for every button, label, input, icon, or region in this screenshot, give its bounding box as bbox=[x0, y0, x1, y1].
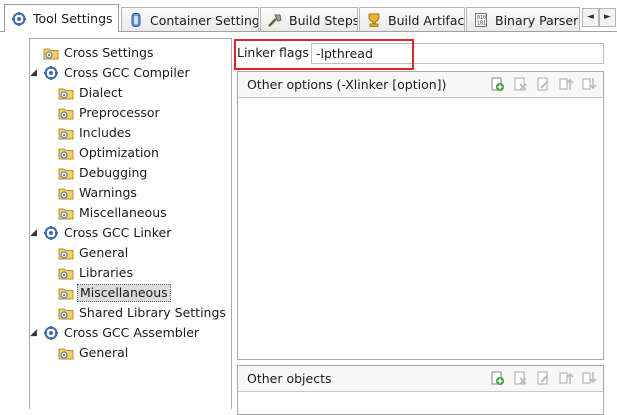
binary-parsers-icon: 010 101 bbox=[473, 12, 489, 28]
add-icon[interactable] bbox=[489, 370, 505, 386]
tool-gear-icon bbox=[43, 65, 59, 81]
tree-item-label: Includes bbox=[79, 125, 132, 140]
tree-item-label: Cross GCC Linker bbox=[64, 225, 172, 240]
tree-item-dialect[interactable]: Dialect bbox=[45, 84, 125, 102]
tab-bar: Tool Settings Container Settings Build S… bbox=[0, 0, 617, 33]
expand-arrow-icon[interactable]: ◢ bbox=[30, 328, 40, 338]
tab-label: Container Settings bbox=[150, 12, 259, 28]
tab-container-settings[interactable]: Container Settings bbox=[121, 7, 259, 32]
other-objects-title: Other objects bbox=[247, 371, 332, 386]
add-icon[interactable] bbox=[489, 76, 505, 92]
tab-scroll-right-button[interactable]: ► bbox=[599, 8, 616, 27]
tool-gear-icon bbox=[43, 325, 59, 341]
highlight-box bbox=[234, 39, 414, 70]
folder-settings-icon bbox=[58, 125, 74, 141]
container-settings-icon bbox=[128, 12, 144, 28]
tab-tool-settings[interactable]: Tool Settings bbox=[4, 4, 119, 32]
tree-item-label: Debugging bbox=[79, 165, 148, 180]
tree-item-optimization[interactable]: Optimization bbox=[45, 144, 161, 162]
tree-item-includes[interactable]: Includes bbox=[45, 124, 133, 142]
tree-item-label: Libraries bbox=[79, 265, 133, 280]
folder-settings-icon bbox=[58, 85, 74, 101]
tool-settings-icon bbox=[11, 11, 27, 27]
tab-label: Build Artifact bbox=[388, 12, 465, 28]
tree-item-label: Cross GCC Compiler bbox=[64, 65, 190, 80]
tab-label: Tool Settings bbox=[33, 11, 113, 26]
build-artifact-icon bbox=[366, 12, 382, 28]
tree-item-label: General bbox=[79, 245, 129, 260]
folder-settings-icon bbox=[58, 185, 74, 201]
folder-settings-icon bbox=[58, 345, 74, 361]
expand-arrow-icon[interactable]: ◢ bbox=[30, 228, 40, 238]
svg-text:101: 101 bbox=[477, 21, 486, 27]
tree-item-label: Cross GCC Assembler bbox=[64, 325, 200, 340]
tree-item-label: Shared Library Settings bbox=[79, 305, 226, 320]
tree-item-linker-general[interactable]: General bbox=[45, 244, 130, 262]
tree-item-cross-gcc-compiler[interactable]: ◢ Cross GCC Compiler bbox=[30, 64, 192, 82]
tree-item-assembler-general[interactable]: General bbox=[45, 344, 130, 362]
tree-item-cross-gcc-assembler[interactable]: ◢ Cross GCC Assembler bbox=[30, 324, 201, 342]
tree-item-label: Preprocessor bbox=[79, 105, 160, 120]
other-objects-panel: Other objects bbox=[237, 365, 604, 415]
tree-item-label: Miscellaneous bbox=[77, 284, 171, 302]
edit-icon[interactable] bbox=[535, 76, 551, 92]
tab-build-artifact[interactable]: Build Artifact bbox=[359, 7, 465, 32]
tree-item-preprocessor[interactable]: Preprocessor bbox=[45, 104, 162, 122]
tree-item-label: Dialect bbox=[79, 85, 123, 100]
tree-item-shared-library-settings[interactable]: Shared Library Settings bbox=[45, 304, 228, 322]
folder-settings-icon bbox=[58, 165, 74, 181]
tree-item-label: Cross Settings bbox=[64, 45, 154, 60]
tree-item-label: General bbox=[79, 345, 129, 360]
move-down-icon[interactable] bbox=[581, 76, 597, 92]
expand-arrow-icon[interactable]: ◢ bbox=[30, 68, 40, 78]
tree-item-compiler-miscellaneous[interactable]: Miscellaneous bbox=[45, 204, 169, 222]
folder-settings-icon bbox=[58, 245, 74, 261]
folder-settings-icon bbox=[58, 285, 74, 301]
tree-item-debugging[interactable]: Debugging bbox=[45, 164, 149, 182]
other-objects-header: Other objects bbox=[238, 366, 603, 392]
tab-binary-parsers[interactable]: 010 101 Binary Parsers bbox=[466, 7, 580, 32]
build-steps-icon bbox=[267, 12, 283, 28]
delete-icon[interactable] bbox=[512, 76, 528, 92]
tree-item-cross-settings[interactable]: Cross Settings bbox=[30, 44, 156, 62]
tab-label: Build Steps bbox=[289, 12, 358, 28]
folder-settings-icon bbox=[58, 105, 74, 121]
tool-gear-icon bbox=[43, 225, 59, 241]
move-up-icon[interactable] bbox=[558, 76, 574, 92]
tab-build-steps[interactable]: Build Steps bbox=[260, 7, 358, 32]
tree-item-label: Miscellaneous bbox=[79, 205, 167, 220]
tree-item-label: Optimization bbox=[79, 145, 159, 160]
tree-item-libraries[interactable]: Libraries bbox=[45, 264, 135, 282]
edit-icon[interactable] bbox=[535, 370, 551, 386]
move-down-icon[interactable] bbox=[581, 370, 597, 386]
folder-settings-icon bbox=[58, 305, 74, 321]
other-options-panel: Other options (-Xlinker [option]) bbox=[237, 71, 604, 360]
tree-item-cross-gcc-linker[interactable]: ◢ Cross GCC Linker bbox=[30, 224, 173, 242]
other-options-title: Other options (-Xlinker [option]) bbox=[247, 77, 447, 92]
folder-settings-icon bbox=[58, 145, 74, 161]
tree-item-linker-miscellaneous[interactable]: Miscellaneous bbox=[45, 284, 171, 302]
tab-scroll-left-button[interactable]: ◄ bbox=[582, 8, 599, 27]
tree-item-label: Warnings bbox=[79, 185, 137, 200]
folder-settings-icon bbox=[58, 205, 74, 221]
delete-icon[interactable] bbox=[512, 370, 528, 386]
folder-settings-icon bbox=[58, 265, 74, 281]
tab-label: Binary Parsers bbox=[495, 12, 580, 28]
move-up-icon[interactable] bbox=[558, 370, 574, 386]
folder-settings-icon bbox=[43, 45, 59, 61]
other-options-header: Other options (-Xlinker [option]) bbox=[238, 72, 603, 98]
tree-item-warnings[interactable]: Warnings bbox=[45, 184, 139, 202]
